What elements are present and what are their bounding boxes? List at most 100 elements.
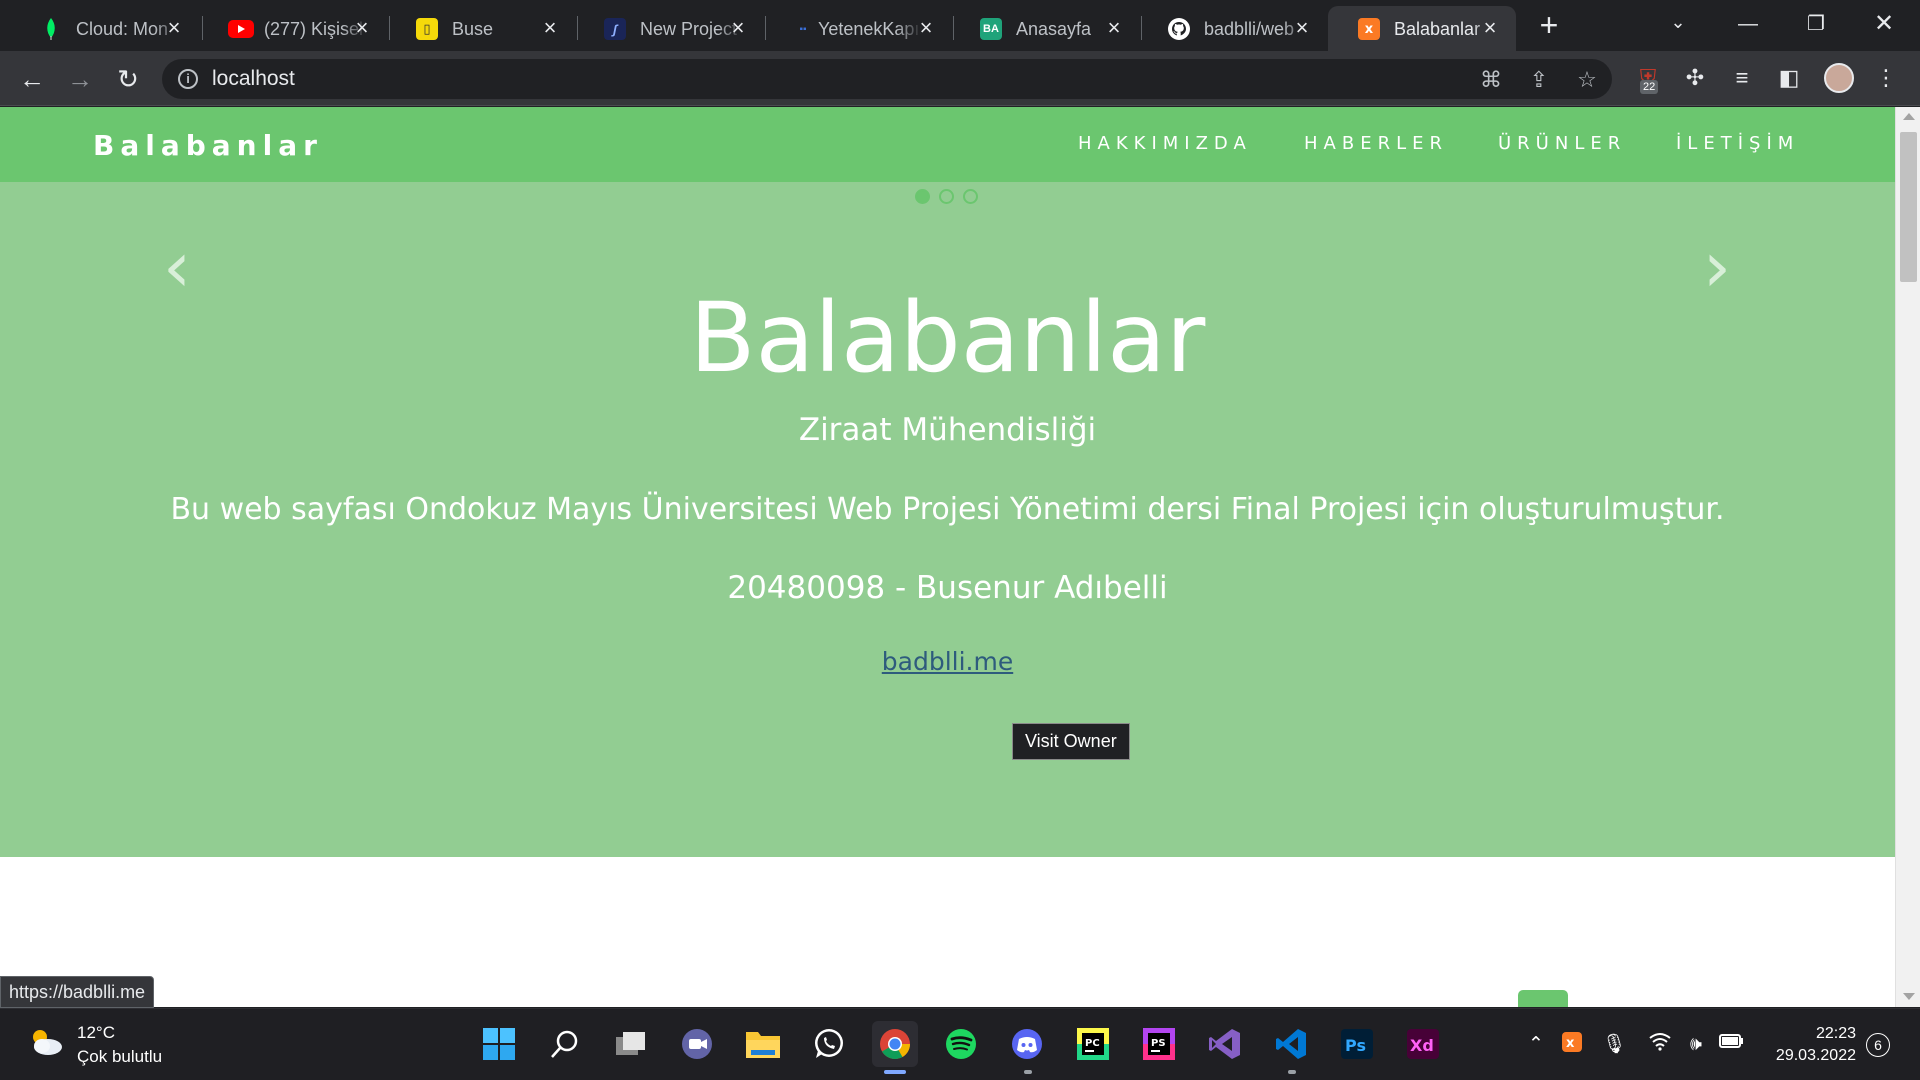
forward-icon[interactable]: → — [64, 63, 96, 95]
new-tab-button[interactable]: + — [1534, 9, 1564, 41]
carousel-dot[interactable] — [963, 189, 978, 204]
nav-link-urunler[interactable]: ÜRÜNLER — [1498, 133, 1626, 154]
search-icon[interactable] — [542, 1021, 588, 1067]
carousel-dot[interactable] — [915, 189, 930, 204]
xampp-tray-icon[interactable]: x — [1558, 1031, 1586, 1059]
wifi-icon[interactable] — [1646, 1031, 1674, 1059]
status-bar-url: https://badblli.me — [0, 976, 155, 1008]
github-icon — [1168, 18, 1190, 40]
vscode-icon[interactable] — [1268, 1021, 1314, 1067]
anasayfa-icon: BA — [980, 18, 1002, 40]
nav-link-haberler[interactable]: HABERLER — [1304, 133, 1448, 154]
app-running-indicator — [1024, 1070, 1032, 1074]
discord-icon[interactable] — [1004, 1021, 1050, 1067]
nav-link-iletisim[interactable]: İLETİŞİM — [1676, 133, 1799, 154]
reload-icon[interactable]: ↻ — [112, 63, 144, 95]
site-brand[interactable]: Balabanlar — [93, 129, 323, 162]
yetenekkapisi-icon: ▪▪ — [799, 23, 807, 35]
restore-icon[interactable]: ❐ — [1786, 6, 1846, 42]
page-viewport: Balabanlar HAKKIMIZDA HABERLER ÜRÜNLER İ… — [0, 107, 1895, 1007]
tab-title: YetenekKapısı — [818, 19, 922, 39]
back-icon[interactable]: ← — [16, 63, 48, 95]
side-panel-icon[interactable]: ◧ — [1774, 63, 1804, 93]
tab-anasayfa[interactable]: BA Anasayfa × — [950, 6, 1140, 51]
close-tab-icon[interactable]: × — [914, 16, 938, 40]
address-bar[interactable]: i localhost ⌘ ⇪ ☆ — [162, 59, 1612, 99]
battery-charging-icon[interactable] — [1718, 1031, 1746, 1059]
bookmark-star-icon[interactable]: ☆ — [1574, 67, 1600, 93]
tab-balabanlar-active[interactable]: ⅹ Balabanlar × — [1328, 6, 1516, 51]
translate-icon[interactable]: ⌘ — [1478, 67, 1504, 93]
close-tab-icon[interactable]: × — [1102, 16, 1126, 40]
nav-link-hakkimizda[interactable]: HAKKIMIZDA — [1078, 133, 1252, 154]
hero-subtitle: Ziraat Mühendisliği — [798, 412, 1097, 448]
notification-count-badge[interactable]: 6 — [1866, 1033, 1890, 1057]
carousel-dot[interactable] — [939, 189, 954, 204]
scroll-up-arrow-icon[interactable] — [1903, 113, 1915, 120]
scroll-down-arrow-icon[interactable] — [1903, 993, 1915, 1000]
whatsapp-icon[interactable] — [806, 1021, 852, 1067]
media-control-icon[interactable]: ≡ — [1727, 63, 1757, 93]
teams-chat-icon[interactable] — [674, 1021, 720, 1067]
task-view-icon[interactable] — [608, 1021, 654, 1067]
site-navbar: Balabanlar HAKKIMIZDA HABERLER ÜRÜNLER İ… — [0, 107, 1895, 182]
close-tab-icon[interactable]: × — [162, 16, 186, 40]
link-tooltip: Visit Owner — [1012, 723, 1130, 760]
microphone-icon[interactable]: 🎙︎ — [1600, 1031, 1628, 1059]
scrollbar-thumb[interactable] — [1900, 132, 1917, 282]
profile-avatar[interactable] — [1824, 63, 1854, 93]
visual-studio-icon[interactable] — [1202, 1021, 1248, 1067]
hero-title: Balabanlar — [689, 282, 1206, 394]
taskbar-clock[interactable]: 22:23 29.03.2022 — [1766, 1023, 1856, 1067]
spotify-icon[interactable] — [938, 1021, 984, 1067]
app-running-indicator — [1288, 1070, 1296, 1074]
weather-description[interactable]: Çok bulutlu — [77, 1047, 162, 1067]
file-explorer-icon[interactable] — [740, 1021, 786, 1067]
adobe-xd-icon[interactable]: Xd — [1400, 1021, 1446, 1067]
owner-link[interactable]: badblli.me — [0, 647, 1895, 676]
tab-new-project[interactable]: ʃ New Project × — [574, 6, 764, 51]
chrome-icon[interactable] — [872, 1021, 918, 1067]
svg-text:x: x — [1566, 1036, 1575, 1051]
hero-carousel: ‹ › Balabanlar Ziraat Mühendisliği Bu we… — [0, 182, 1895, 857]
volume-icon[interactable]: 🕪︎ — [1682, 1031, 1710, 1059]
windows-start-icon[interactable] — [476, 1021, 522, 1067]
tab-youtube[interactable]: (277) Kişisel × — [198, 6, 388, 51]
note-app-icon: ▯ — [416, 18, 438, 40]
svg-text:PC: PC — [1085, 1038, 1100, 1049]
chrome-menu-icon[interactable]: ⋮ — [1871, 63, 1901, 93]
browser-toolbar: ← → ↻ i localhost ⌘ ⇪ ☆ ⛨ ✣ ≡ ◧ ⋮ — [0, 51, 1920, 106]
project-icon: ʃ — [604, 18, 626, 40]
show-hidden-icons-chevron-icon[interactable]: ⌃ — [1522, 1031, 1550, 1059]
close-tab-icon[interactable]: × — [1478, 16, 1502, 40]
windows-taskbar: 12°C Çok bulutlu PC PS Ps Xd ⌃ x 🎙︎ 🕪︎ 2… — [0, 1008, 1920, 1080]
svg-text:Ps: Ps — [1345, 1036, 1366, 1055]
page-scrollbar[interactable] — [1895, 107, 1920, 1007]
clock-time: 22:23 — [1815, 1025, 1856, 1042]
tab-cloud-mongodb[interactable]: Cloud: Mon × — [10, 6, 200, 51]
close-tab-icon[interactable]: × — [538, 16, 562, 40]
weather-cloudy-icon[interactable] — [28, 1027, 64, 1057]
close-tab-icon[interactable]: × — [726, 16, 750, 40]
tab-search-chevron-icon[interactable]: ⌄ — [1648, 4, 1708, 40]
minimize-icon[interactable]: — — [1718, 6, 1778, 42]
share-icon[interactable]: ⇪ — [1526, 67, 1552, 93]
close-window-icon[interactable]: ✕ — [1854, 6, 1914, 42]
back-to-top-button[interactable] — [1518, 990, 1568, 1007]
xampp-icon: ⅹ — [1358, 18, 1380, 40]
site-info-icon[interactable]: i — [178, 69, 198, 89]
clock-date: 29.03.2022 — [1775, 1047, 1856, 1064]
pycharm-icon[interactable]: PC — [1070, 1021, 1116, 1067]
tab-yetenekkapisi[interactable]: ▪▪ YetenekKapısı × — [762, 6, 952, 51]
app-running-indicator — [884, 1070, 906, 1074]
phpstorm-icon[interactable]: PS — [1136, 1021, 1182, 1067]
address-url[interactable]: localhost — [212, 68, 295, 90]
tab-github[interactable]: badblli/web × — [1138, 6, 1328, 51]
tab-strip: Cloud: Mon × (277) Kişisel × ▯ Buse × ʃ … — [0, 0, 1920, 51]
weather-temperature[interactable]: 12°C — [77, 1023, 115, 1043]
close-tab-icon[interactable]: × — [350, 16, 374, 40]
photoshop-icon[interactable]: Ps — [1334, 1021, 1380, 1067]
extensions-puzzle-icon[interactable]: ✣ — [1680, 63, 1710, 93]
close-tab-icon[interactable]: × — [1290, 16, 1314, 40]
tab-buse[interactable]: ▯ Buse × — [386, 6, 576, 51]
